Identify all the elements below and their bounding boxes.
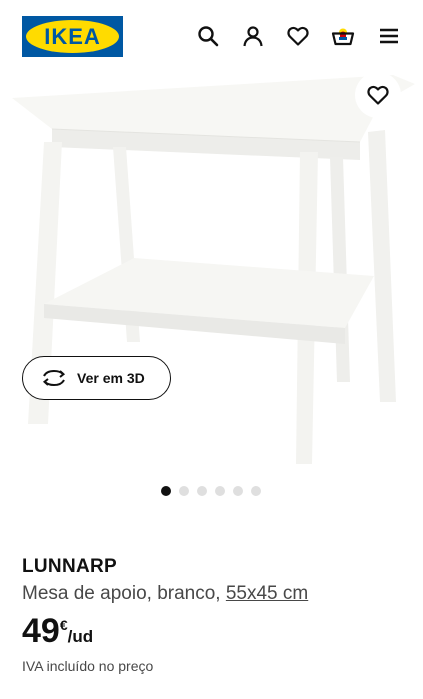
carousel-dot[interactable] [161, 486, 171, 496]
logo-text: IKEA [44, 23, 101, 49]
side-table-illustration [12, 75, 415, 464]
carousel-dots[interactable] [161, 486, 261, 496]
logo-ellipse: IKEA [26, 20, 119, 53]
price-amount: 49 [22, 612, 60, 650]
user-icon[interactable] [239, 22, 267, 50]
carousel-dot[interactable] [179, 486, 189, 496]
rotate-3d-icon [42, 369, 66, 387]
product-description-text: Mesa de apoio, branco, [22, 583, 226, 604]
header: IKEA [0, 0, 423, 72]
product-price: 49 € /ud [22, 613, 93, 649]
vat-note: IVA incluído no preço [22, 658, 154, 674]
ikea-logo[interactable]: IKEA [22, 16, 123, 57]
product-size-link[interactable]: 55x45 cm [226, 583, 308, 604]
heart-icon[interactable] [284, 22, 312, 50]
price-unit: /ud [67, 627, 94, 646]
menu-icon[interactable] [375, 22, 403, 50]
view-3d-button[interactable]: Ver em 3D [22, 356, 171, 400]
carousel-dot[interactable] [215, 486, 225, 496]
carousel-dot[interactable] [197, 486, 207, 496]
product-image[interactable] [0, 72, 423, 472]
carousel-dot[interactable] [251, 486, 261, 496]
favourite-button[interactable] [355, 72, 401, 118]
search-icon[interactable] [194, 22, 222, 50]
product-description: Mesa de apoio, branco, 55x45 cm [22, 583, 308, 605]
product-name: LUNNARP [22, 556, 117, 577]
cart-icon[interactable] [329, 22, 357, 50]
heart-icon [367, 85, 389, 105]
price-currency: € [59, 617, 68, 633]
view-3d-label: Ver em 3D [77, 370, 145, 386]
carousel-dot[interactable] [233, 486, 243, 496]
